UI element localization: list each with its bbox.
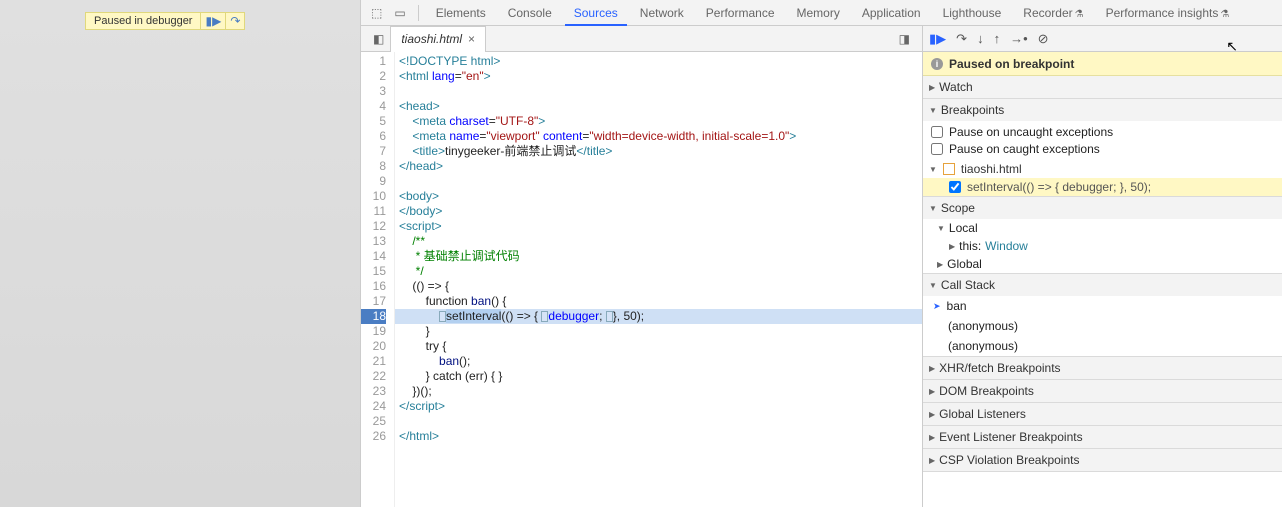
scope-this[interactable]: ▶this: Window	[923, 237, 1282, 255]
line-gutter[interactable]: 1234567891011121314151617181920212223242…	[361, 52, 395, 507]
sidebar-toggle-icon[interactable]: ◨	[893, 32, 916, 46]
tab-sources[interactable]: Sources	[565, 0, 627, 26]
separator	[418, 5, 419, 21]
paused-banner-text: Paused on breakpoint	[949, 57, 1074, 71]
scope-global[interactable]: ▶Global	[923, 255, 1282, 273]
paused-text: Paused in debugger	[86, 15, 200, 27]
bp-line-row[interactable]: setInterval(() => { debugger; }, 50);	[923, 178, 1282, 196]
section-dom: ▶DOM Breakpoints	[923, 380, 1282, 403]
tab-console[interactable]: Console	[499, 0, 561, 26]
beaker-icon: ⚗	[1075, 9, 1084, 20]
file-tab-name: tiaoshi.html	[401, 26, 462, 52]
pause-uncaught-checkbox[interactable]: Pause on uncaught exceptions	[931, 125, 1274, 139]
overlay-step-button[interactable]: ↷	[225, 13, 244, 29]
deactivate-breakpoints-button[interactable]: ⊘	[1038, 31, 1049, 47]
sources-editor: ◧ tiaoshi.html × ◨ 123456789101112131415…	[361, 26, 923, 507]
exec-line: setInterval(() => { debugger; }, 50);	[395, 309, 922, 324]
section-global-listeners: ▶Global Listeners	[923, 403, 1282, 426]
scope-local[interactable]: ▼Local	[923, 219, 1282, 237]
bp-file-row[interactable]: ▼tiaoshi.html	[923, 160, 1282, 178]
file-tab[interactable]: tiaoshi.html ×	[390, 26, 486, 52]
section-breakpoints-header[interactable]: ▼Breakpoints	[923, 99, 1282, 121]
debugger-sidebar: ▮▶ ↷ ↓ ↑ →• ⊘ i Paused on breakpoint ▶Wa…	[923, 26, 1282, 507]
section-breakpoints: ▼Breakpoints Pause on uncaught exception…	[923, 99, 1282, 197]
tab-perf-insights[interactable]: Performance insights⚗	[1097, 0, 1239, 26]
paused-overlay: Paused in debugger ▮▶ ↷	[85, 12, 245, 30]
tab-performance[interactable]: Performance	[697, 0, 784, 26]
debug-toolbar: ▮▶ ↷ ↓ ↑ →• ⊘	[923, 26, 1282, 52]
step-into-button[interactable]: ↓	[977, 31, 984, 46]
tab-network[interactable]: Network	[631, 0, 693, 26]
beaker-icon: ⚗	[1220, 9, 1229, 20]
devtools: ↖ ⬚ ▭ Elements Console Sources Network P…	[360, 0, 1282, 507]
tab-lighthouse[interactable]: Lighthouse	[934, 0, 1011, 26]
step-out-button[interactable]: ↑	[994, 31, 1001, 46]
section-watch: ▶Watch	[923, 76, 1282, 99]
exec-marker	[439, 311, 446, 322]
section-callstack: ▼Call Stack ban (anonymous) (anonymous)	[923, 274, 1282, 357]
info-icon: i	[931, 58, 943, 70]
tab-memory[interactable]: Memory	[788, 0, 849, 26]
page-content: Paused in debugger ▮▶ ↷	[0, 0, 360, 507]
paused-banner: i Paused on breakpoint	[923, 52, 1282, 76]
tab-recorder[interactable]: Recorder⚗	[1014, 0, 1092, 26]
file-tabbar: ◧ tiaoshi.html × ◨	[361, 26, 922, 52]
section-event-listener: ▶Event Listener Breakpoints	[923, 426, 1282, 449]
resume-button[interactable]: ▮▶	[929, 31, 946, 47]
devtools-tabbar: ⬚ ▭ Elements Console Sources Network Per…	[361, 0, 1282, 26]
overlay-resume-button[interactable]: ▮▶	[200, 13, 225, 29]
code-content[interactable]: <!DOCTYPE html> <html lang="en"> <head> …	[395, 52, 922, 507]
callstack-frame-1[interactable]: (anonymous)	[923, 316, 1282, 336]
device-icon[interactable]: ▭	[390, 6, 409, 20]
step-over-button[interactable]: ↷	[956, 31, 967, 47]
section-scope-header[interactable]: ▼Scope	[923, 197, 1282, 219]
tab-elements[interactable]: Elements	[427, 0, 495, 26]
inspect-icon[interactable]: ⬚	[367, 6, 386, 20]
file-icon	[943, 163, 955, 175]
section-watch-header[interactable]: ▶Watch	[923, 76, 1282, 98]
tab-application[interactable]: Application	[853, 0, 930, 26]
close-icon[interactable]: ×	[468, 26, 475, 52]
section-callstack-header[interactable]: ▼Call Stack	[923, 274, 1282, 296]
section-csp: ▶CSP Violation Breakpoints	[923, 449, 1282, 472]
pause-caught-checkbox[interactable]: Pause on caught exceptions	[931, 142, 1274, 156]
section-xhr: ▶XHR/fetch Breakpoints	[923, 357, 1282, 380]
callstack-frame-2[interactable]: (anonymous)	[923, 336, 1282, 356]
callstack-frame-0[interactable]: ban	[923, 296, 1282, 316]
section-scope: ▼Scope ▼Local ▶this: Window ▶Global	[923, 197, 1282, 274]
step-button[interactable]: →•	[1010, 31, 1028, 46]
navigator-toggle-icon[interactable]: ◧	[367, 32, 390, 46]
